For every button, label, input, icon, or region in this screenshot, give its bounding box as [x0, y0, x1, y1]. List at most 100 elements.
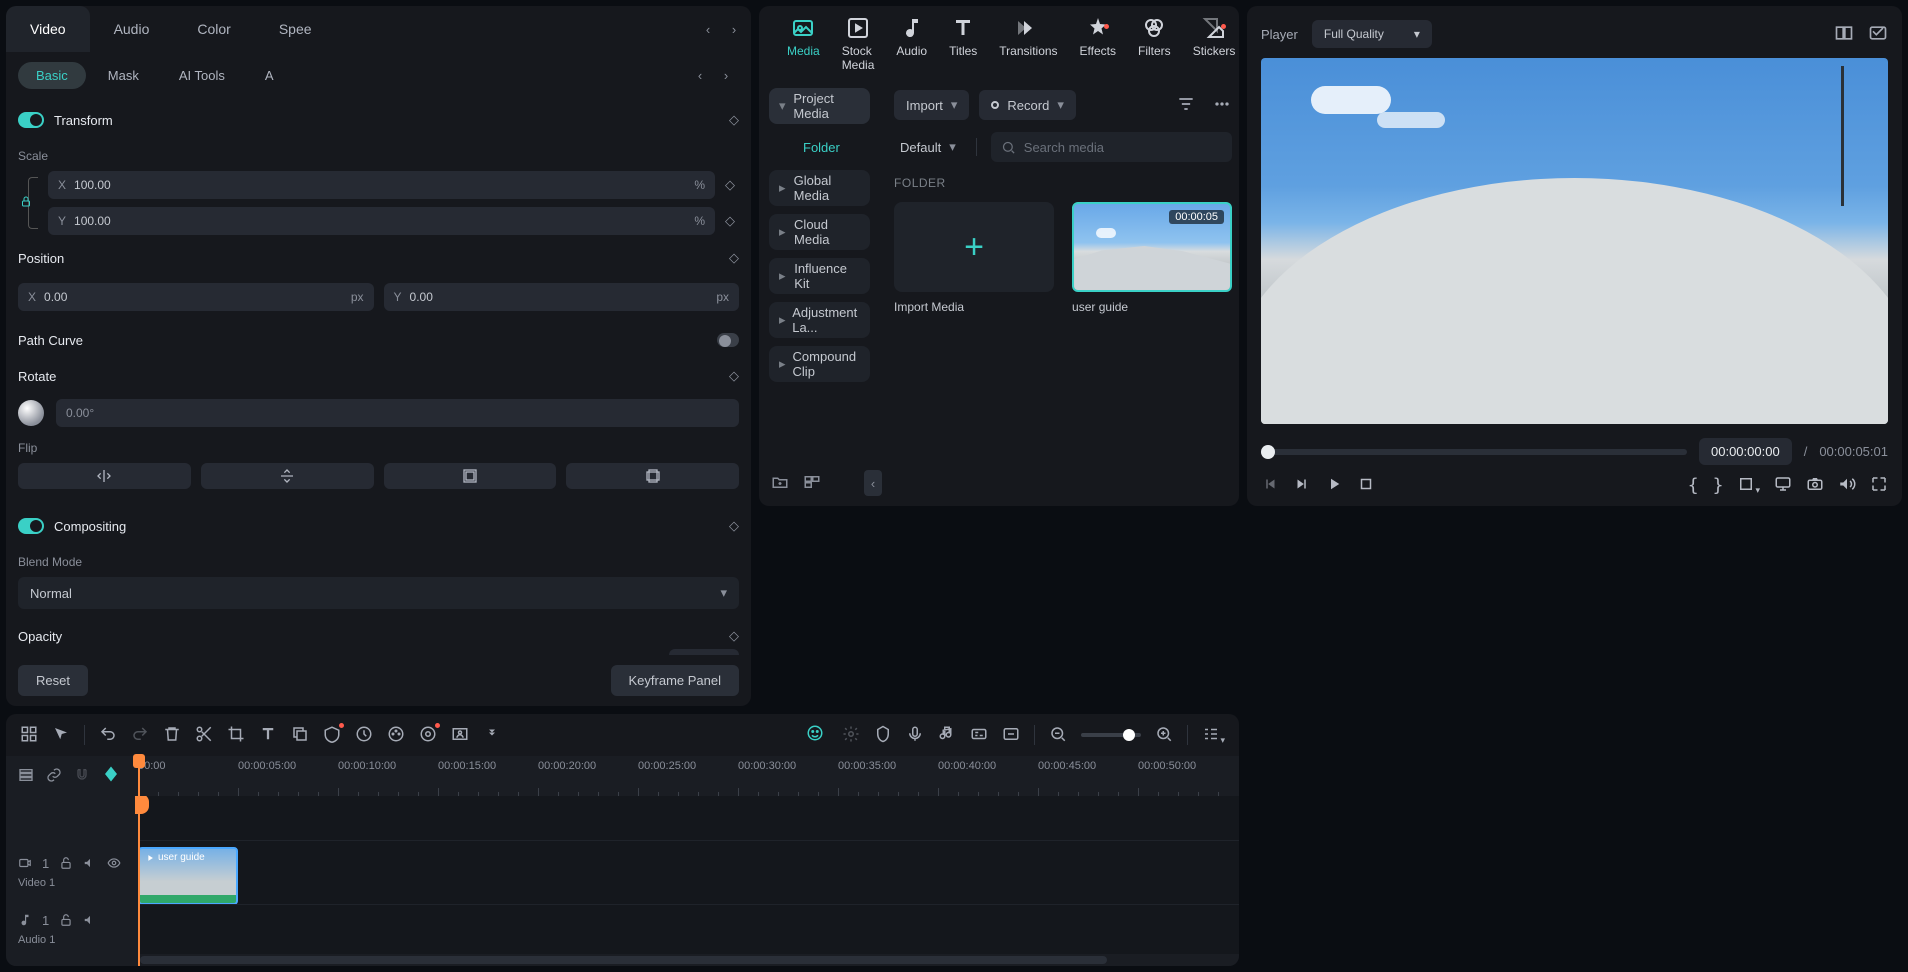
audio-track-icon[interactable] [938, 725, 956, 746]
tab-transitions[interactable]: Transitions [999, 16, 1057, 72]
view-mode-icon[interactable]: ▾ [1202, 725, 1225, 746]
green-screen-icon[interactable] [451, 725, 469, 746]
marker-icon[interactable] [874, 725, 892, 746]
camera-icon[interactable] [1806, 475, 1824, 496]
tab-next-icon[interactable]: › [721, 16, 747, 42]
timeline-scrollbar[interactable] [6, 954, 1239, 966]
sidebar-item-adjustment[interactable]: ▸Adjustment La... [769, 302, 870, 338]
reset-button[interactable]: Reset [18, 665, 88, 696]
sidebar-item-cloud[interactable]: ▸Cloud Media [769, 214, 870, 250]
snap-icon[interactable] [74, 767, 90, 786]
compositing-keyframe-icon[interactable]: ◇ [729, 518, 739, 534]
scale-y-keyframe-icon[interactable]: ◇ [725, 213, 739, 229]
redo-icon[interactable] [131, 725, 149, 746]
sub-prev-icon[interactable]: ‹ [687, 62, 713, 88]
sub-tab-a[interactable]: A [247, 62, 292, 89]
position-keyframe-icon[interactable]: ◇ [729, 250, 739, 266]
flip-h-button[interactable] [18, 463, 191, 489]
tab-media[interactable]: Media [787, 16, 820, 72]
hide-track-icon[interactable] [107, 856, 121, 873]
video-track-head[interactable]: 1 Video 1 [6, 840, 138, 904]
zoom-in-icon[interactable] [1155, 725, 1173, 746]
zoom-out-icon[interactable] [1049, 725, 1067, 746]
sidebar-item-influence[interactable]: ▸Influence Kit [769, 258, 870, 294]
quality-dropdown[interactable]: Full Quality▾ [1312, 20, 1432, 48]
sort-default-button[interactable]: Default▾ [894, 132, 962, 162]
keyframe-panel-button[interactable]: Keyframe Panel [611, 665, 740, 696]
copy-icon[interactable] [291, 725, 309, 746]
filter-sort-icon[interactable] [1176, 94, 1196, 117]
undo-icon[interactable] [99, 725, 117, 746]
track-manager-icon[interactable] [18, 767, 34, 786]
import-button[interactable]: Import▾ [894, 90, 969, 120]
media-clip[interactable]: 00:00:05 user guide [1072, 202, 1232, 314]
text-icon[interactable] [259, 725, 277, 746]
mark-out-icon[interactable]: } [1713, 475, 1724, 496]
sidebar-item-global[interactable]: ▸Global Media [769, 170, 870, 206]
tab-effects[interactable]: Effects [1080, 16, 1116, 72]
timeline-clip[interactable]: user guide [138, 847, 238, 905]
color-icon[interactable] [387, 725, 405, 746]
more-icon[interactable] [1212, 94, 1232, 117]
tl-select-icon[interactable] [52, 725, 70, 746]
sidebar-item-compound[interactable]: ▸Compound Clip [769, 346, 870, 382]
link-icon[interactable] [46, 767, 62, 786]
lock-icon[interactable] [20, 196, 32, 211]
face-icon[interactable] [806, 724, 828, 746]
sub-next-icon[interactable]: › [713, 62, 739, 88]
tl-grid-icon[interactable] [20, 725, 38, 746]
marker-flag-icon[interactable] [102, 765, 124, 787]
zoom-head[interactable] [1123, 729, 1135, 741]
transform-toggle[interactable] [18, 112, 44, 128]
inspector-tab-speed[interactable]: Spee [255, 6, 336, 52]
volume-icon[interactable] [1838, 475, 1856, 496]
sidebar-folder[interactable]: Folder [769, 132, 870, 162]
clip-marker-icon[interactable] [1078, 268, 1096, 286]
video-track[interactable]: user guide [138, 840, 1239, 904]
current-time[interactable]: 00:00:00:00 [1699, 438, 1792, 465]
scale-x-keyframe-icon[interactable]: ◇ [725, 177, 739, 193]
folder-settings-icon[interactable] [803, 473, 821, 494]
scale-x-field[interactable]: X100.00% [48, 171, 715, 199]
inspector-tab-color[interactable]: Color [173, 6, 254, 52]
opacity-keyframe-icon[interactable]: ◇ [729, 628, 739, 644]
label-icon[interactable] [323, 725, 341, 746]
lock-track-icon[interactable] [59, 913, 73, 930]
fill-button[interactable] [566, 463, 739, 489]
scrollbar-thumb[interactable] [140, 956, 1107, 964]
import-media-card[interactable]: + [894, 202, 1054, 292]
collapse-sidebar-icon[interactable]: ‹ [864, 470, 882, 496]
split-icon[interactable] [195, 725, 213, 746]
mark-in-icon[interactable]: { [1688, 475, 1699, 496]
display-icon[interactable] [1774, 475, 1792, 496]
clip-target-icon[interactable] [1186, 268, 1204, 286]
blend-mode-select[interactable]: Normal▾ [18, 577, 739, 609]
playhead[interactable] [138, 756, 140, 966]
crop-mode-icon[interactable]: ▾ [1737, 475, 1760, 496]
scale-y-field[interactable]: Y100.00% [48, 207, 715, 235]
sub-tab-basic[interactable]: Basic [18, 62, 86, 89]
crop-icon[interactable] [227, 725, 245, 746]
rotate-field[interactable]: 0.00° [56, 399, 739, 427]
lock-track-icon[interactable] [59, 856, 73, 873]
zoom-slider[interactable] [1081, 733, 1141, 737]
pathcurve-toggle[interactable] [717, 333, 739, 347]
compositing-toggle[interactable] [18, 518, 44, 534]
seek-bar[interactable] [1261, 449, 1687, 455]
flip-v-button[interactable] [201, 463, 374, 489]
audio-track[interactable] [138, 904, 1239, 954]
tab-filters[interactable]: Filters [1138, 16, 1171, 72]
mute-track-icon[interactable] [83, 856, 97, 873]
delete-icon[interactable] [163, 725, 181, 746]
tab-stickers[interactable]: Stickers [1193, 16, 1236, 72]
more-tools-icon[interactable] [483, 725, 501, 746]
sub-tab-ai[interactable]: AI Tools [161, 62, 243, 89]
fullscreen-icon[interactable] [1870, 475, 1888, 496]
rotate-keyframe-icon[interactable]: ◇ [729, 368, 739, 384]
rotate-knob[interactable] [18, 400, 44, 426]
sub-tab-mask[interactable]: Mask [90, 62, 157, 89]
tab-audio[interactable]: Audio [896, 16, 927, 72]
pos-y-field[interactable]: Y0.00px [384, 283, 740, 311]
timeline-ruler[interactable]: 00:0000:00:05:0000:00:10:0000:00:15:0000… [138, 756, 1239, 796]
snapshot-icon[interactable] [1868, 23, 1888, 46]
